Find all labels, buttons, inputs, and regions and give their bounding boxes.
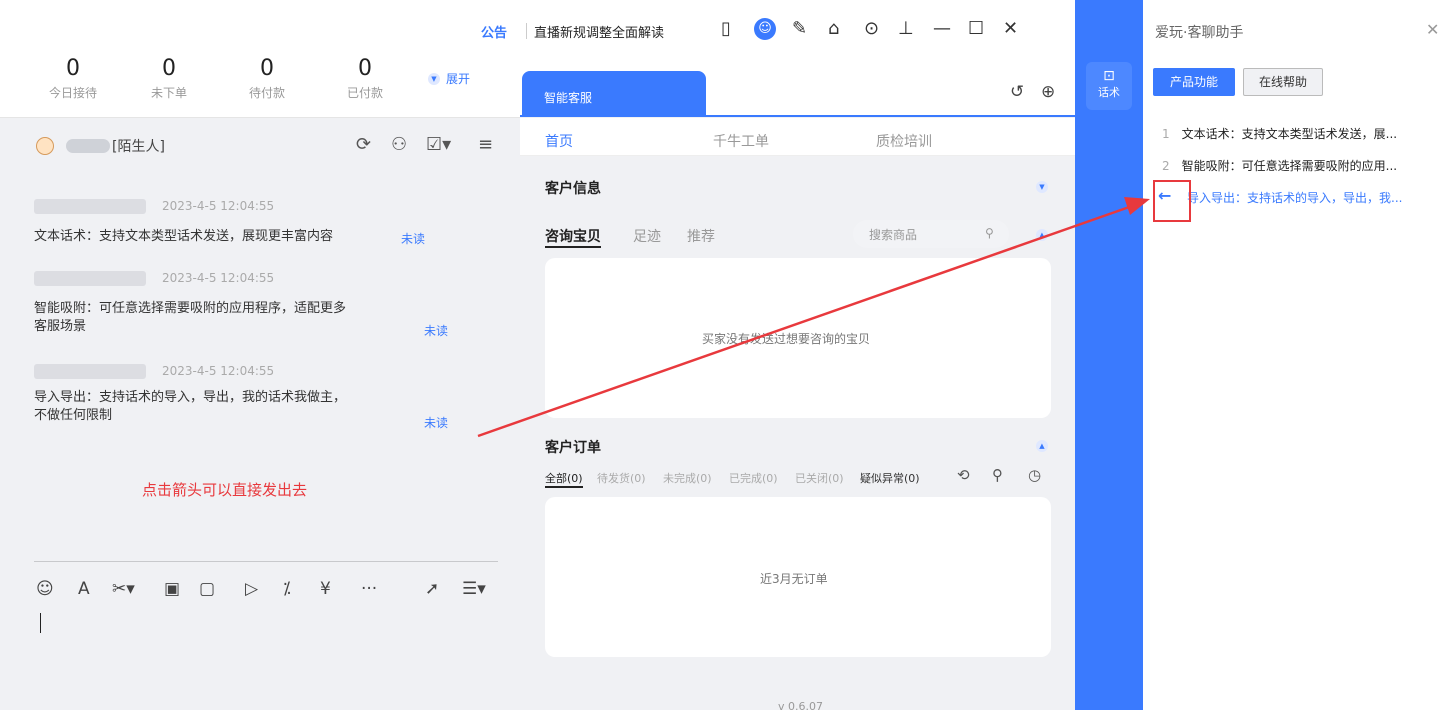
- app-window: 0 今日接待 0 未下单 0 待付款 0 已付款 ▼ 展开 [陌生人] ⟳ ⚇ ☑▾ ≡…: [0, 0, 1450, 710]
- annotation-arrow: [477, 197, 1150, 438]
